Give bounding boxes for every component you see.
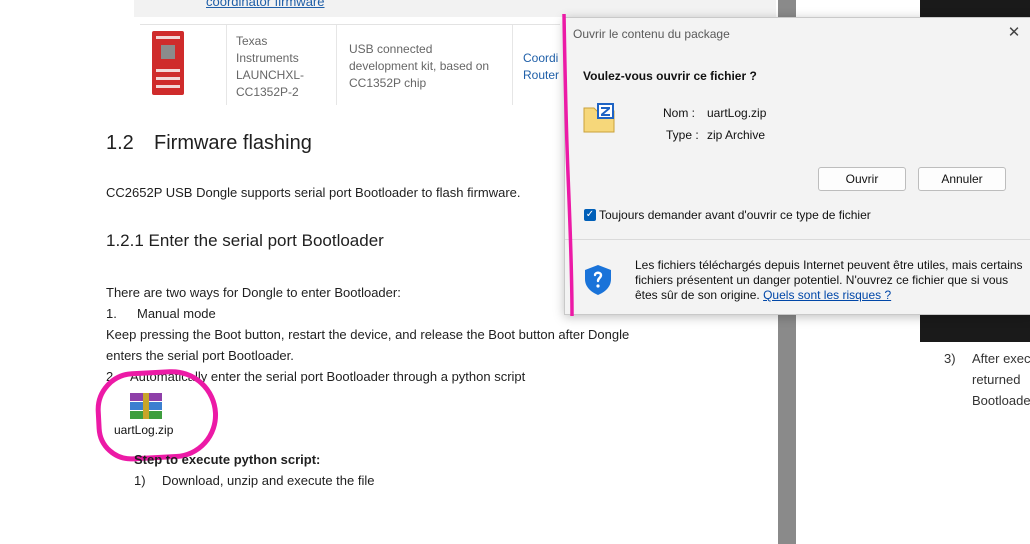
section-heading: 1.2 Firmware flashing — [106, 132, 312, 154]
table-row: Texas Instruments LAUNCHXL- CC1352P-2 US… — [140, 24, 560, 105]
always-ask-label[interactable]: Toujours demander avant d'ouvrir ce type… — [599, 208, 871, 222]
dialog-title: Ouvrir le contenu du package — [573, 27, 730, 41]
name-value: uartLog.zip — [707, 106, 767, 120]
ways-intro: There are two ways for Dongle to enter B… — [106, 285, 401, 300]
always-ask-checkbox[interactable]: ✓ — [584, 209, 596, 221]
type-value: zip Archive — [707, 128, 766, 142]
zip-file-icon — [583, 103, 615, 133]
open-package-dialog: Ouvrir le contenu du package ✕ Voulez-vo… — [564, 17, 1030, 315]
name-label: Nom : — [663, 106, 696, 120]
cancel-button[interactable]: Annuler — [918, 167, 1006, 191]
table-divider — [512, 25, 513, 105]
dialog-question: Voulez-vous ouvrir ce fichier ? — [583, 69, 757, 83]
intro-paragraph: CC2652P USB Dongle supports serial port … — [106, 185, 521, 200]
list-item: 1. Manual mode — [106, 306, 216, 321]
close-icon[interactable]: ✕ — [1005, 24, 1023, 42]
security-warning-text: Les fichiers téléchargés depuis Internet… — [635, 258, 1023, 302]
manual-line-2: enters the serial port Bootloader. — [106, 348, 294, 363]
risks-link[interactable]: Quels sont les risques ? — [763, 288, 891, 302]
winrar-archive-icon[interactable] — [130, 393, 162, 419]
description-cell: USB connected development kit, based on … — [349, 42, 490, 90]
pink-line-annotation — [562, 14, 574, 316]
type-label: Type : — [666, 128, 699, 142]
shield-icon — [585, 265, 611, 295]
attachment-label[interactable]: uartLog.zip — [114, 423, 173, 437]
list-item: 1) Download, unzip and execute the file — [134, 473, 375, 488]
table-divider — [336, 25, 337, 105]
role-cell[interactable]: Coordi Router — [523, 50, 559, 84]
open-button[interactable]: Ouvrir — [818, 167, 906, 191]
subsection-heading: 1.2.1 Enter the serial port Bootloader — [106, 231, 384, 250]
vendor-cell: Texas Instruments LAUNCHXL- CC1352P-2 — [236, 34, 305, 99]
right-list-text: After exec returned Bootloade — [972, 351, 1030, 408]
dialog-separator — [565, 239, 1030, 240]
table-divider — [226, 25, 227, 105]
right-list-number: 3) — [944, 351, 956, 366]
dev-kit-board-image — [152, 31, 184, 95]
manual-line-1: Keep pressing the Boot button, restart t… — [106, 327, 630, 342]
step-title: Step to execute python script: — [134, 452, 321, 467]
coordinator-firmware-link[interactable]: coordinator firmware — [206, 0, 325, 9]
